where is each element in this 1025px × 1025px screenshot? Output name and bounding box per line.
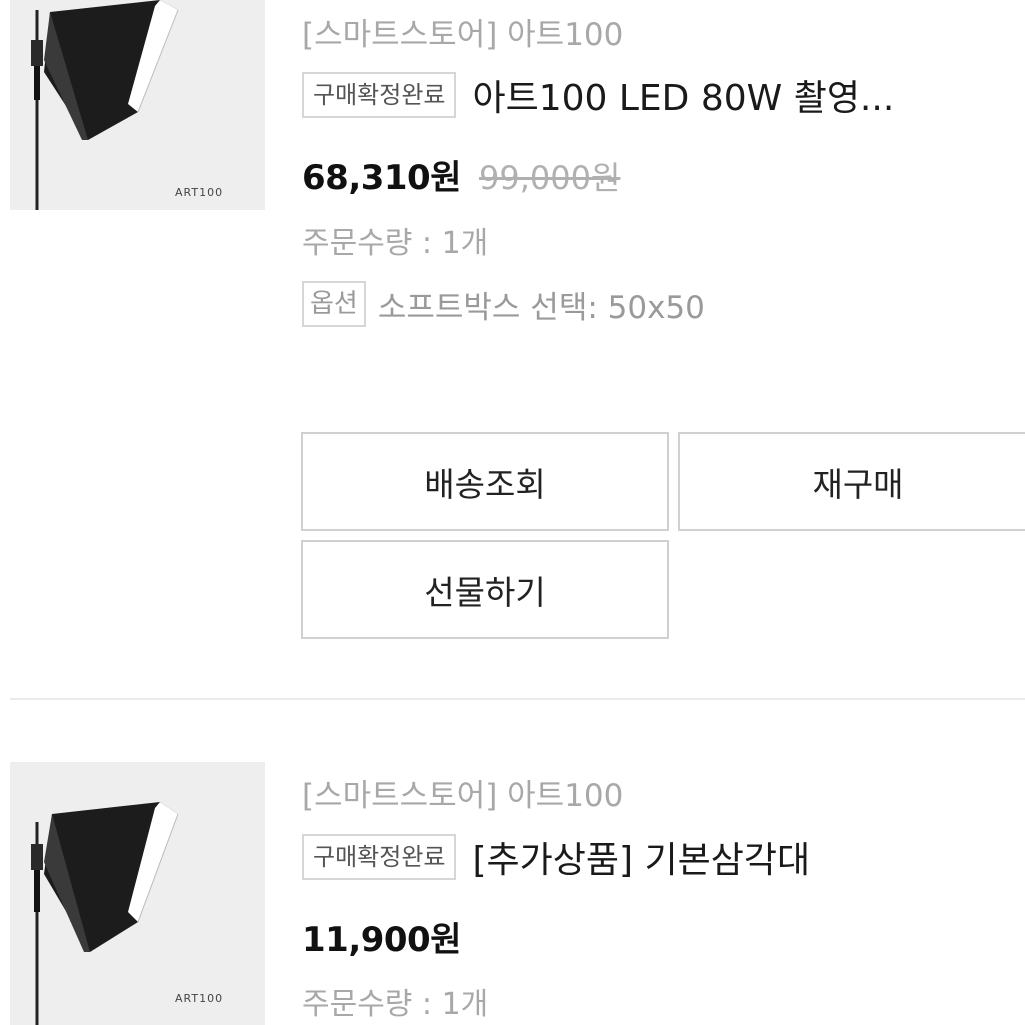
product-title[interactable]: [추가상품] 기본삼각대	[472, 831, 810, 883]
option-value: 소프트박스 선택: 50x50	[377, 289, 705, 326]
track-delivery-button[interactable]: 배송조회	[301, 432, 669, 531]
thumbnail-brand-text: ART100	[175, 992, 224, 1005]
store-name[interactable]: [스마트스토어] 아트100	[302, 776, 623, 816]
status-badge: 구매확정완료	[302, 72, 457, 118]
thumbnail-brand-text: ART100	[175, 186, 224, 199]
gift-button[interactable]: 선물하기	[301, 540, 669, 639]
sale-price: 68,310원	[302, 158, 461, 198]
original-price: 99,000원	[478, 159, 621, 197]
product-thumbnail[interactable]: ART100	[10, 0, 265, 210]
order-history-page: ART100 [스마트스토어] 아트100 구매확정완료 아트100 LED 8…	[0, 0, 1025, 1025]
order-quantity: 주문수량 : 1개	[302, 226, 489, 261]
status-badge: 구매확정완료	[302, 834, 457, 880]
product-title[interactable]: 아트100 LED 80W 촬영...	[472, 69, 894, 121]
price-row: 11,900원	[302, 912, 461, 961]
store-name[interactable]: [스마트스토어] 아트100	[302, 15, 623, 55]
order-quantity: 주문수량 : 1개	[302, 987, 489, 1022]
price-row: 68,310원 99,000원	[302, 150, 620, 199]
softbox-light-image	[10, 762, 265, 1025]
order-divider	[10, 698, 1025, 700]
rebuy-button[interactable]: 재구매	[678, 432, 1025, 531]
title-row: 구매확정완료 [추가상품] 기본삼각대	[302, 832, 810, 882]
product-thumbnail[interactable]: ART100	[10, 762, 265, 1025]
option-badge: 옵션	[302, 281, 366, 327]
option-row: 옵션 소프트박스 선택: 50x50	[302, 281, 705, 327]
title-row: 구매확정완료 아트100 LED 80W 촬영...	[302, 70, 894, 120]
sale-price: 11,900원	[302, 920, 461, 960]
softbox-light-image	[10, 0, 265, 210]
